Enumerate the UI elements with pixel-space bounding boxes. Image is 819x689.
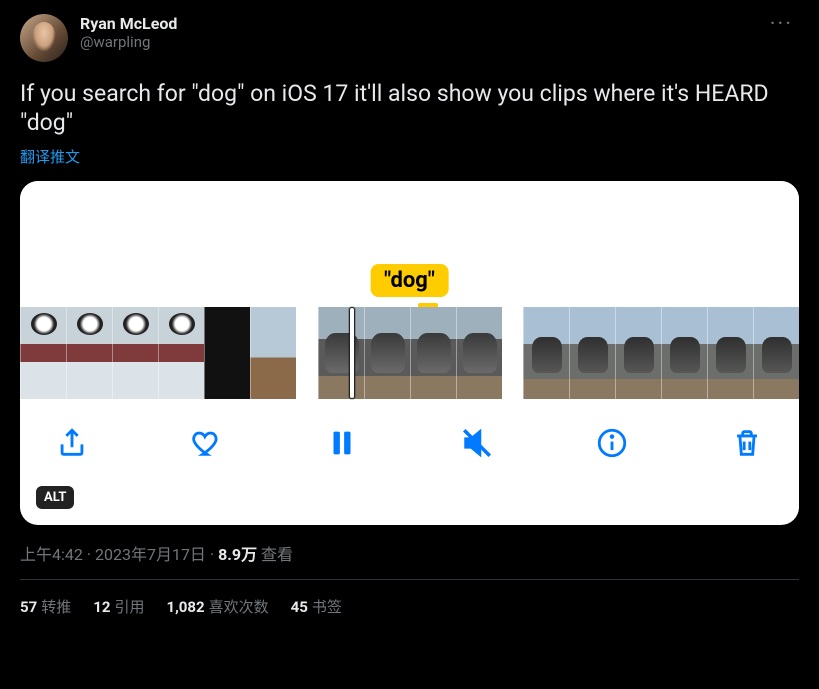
playhead[interactable] xyxy=(349,307,355,399)
info-icon[interactable] xyxy=(590,421,634,465)
views-label: 查看 xyxy=(261,545,293,564)
thumbnail-frame xyxy=(158,307,204,399)
views-count: 8.9万 xyxy=(218,545,257,564)
user-name-block[interactable]: Ryan McLeod @warpling xyxy=(80,14,764,51)
display-name: Ryan McLeod xyxy=(80,14,764,33)
media-controls xyxy=(20,399,799,487)
stat-count: 45 xyxy=(291,598,308,616)
clip-gap xyxy=(502,307,524,399)
tweet-container: Ryan McLeod @warpling ··· If you search … xyxy=(0,0,819,617)
clip-gap xyxy=(296,307,318,399)
tweet-text: If you search for "dog" on iOS 17 it'll … xyxy=(20,80,799,138)
stat-retweets[interactable]: 57转推 xyxy=(20,596,71,617)
share-icon[interactable] xyxy=(50,421,94,465)
thumbnail-frame xyxy=(112,307,158,399)
thumbnail-frame xyxy=(410,307,456,399)
stat-count: 1,082 xyxy=(166,598,204,616)
stat-label: 引用 xyxy=(114,598,144,616)
mute-icon[interactable] xyxy=(455,421,499,465)
thumbnail-frame xyxy=(523,307,569,399)
tweet-time[interactable]: 上午4:42 xyxy=(20,545,83,564)
heart-icon[interactable] xyxy=(185,421,229,465)
stat-label: 书签 xyxy=(312,598,342,616)
tweet-header: Ryan McLeod @warpling ··· xyxy=(20,14,799,62)
thumbnail-frame xyxy=(753,307,799,399)
clip-group-1 xyxy=(20,307,296,399)
clip-group-3 xyxy=(523,307,799,399)
trash-icon[interactable] xyxy=(725,421,769,465)
tweet-meta: 上午4:42 · 2023年7月17日 · 8.9万 查看 xyxy=(20,541,799,565)
thumbnail-frame xyxy=(707,307,753,399)
thumbnail-frame xyxy=(569,307,615,399)
more-options-icon[interactable]: ··· xyxy=(764,14,799,36)
thumbnail-frame xyxy=(661,307,707,399)
audio-caption-label: "dog" xyxy=(370,264,449,297)
user-handle: @warpling xyxy=(80,33,764,51)
stat-bookmarks[interactable]: 45书签 xyxy=(291,596,342,617)
media-top-whitespace: "dog" xyxy=(20,181,799,307)
stat-label: 转推 xyxy=(41,598,71,616)
thumbnail-frame xyxy=(456,307,502,399)
tweet-stats: 57转推 12引用 1,082 喜欢次数 45书签 xyxy=(20,580,799,617)
video-timeline[interactable] xyxy=(20,307,799,399)
thumbnail-frame xyxy=(318,307,364,399)
pause-icon[interactable] xyxy=(320,421,364,465)
thumbnail-frame xyxy=(615,307,661,399)
alt-badge[interactable]: ALT xyxy=(36,486,74,509)
thumbnail-frame xyxy=(66,307,112,399)
stat-count: 12 xyxy=(93,598,110,616)
thumbnail-frame xyxy=(250,307,296,399)
avatar[interactable] xyxy=(20,14,68,62)
media-attachment[interactable]: "dog" xyxy=(20,181,799,525)
clip-group-2 xyxy=(318,307,502,399)
thumbnail-frame xyxy=(204,307,250,399)
stat-label: 喜欢次数 xyxy=(209,598,269,616)
translate-link[interactable]: 翻译推文 xyxy=(20,146,799,167)
tweet-date[interactable]: 2023年7月17日 xyxy=(95,545,206,564)
stat-count: 57 xyxy=(20,598,37,616)
stat-quotes[interactable]: 12引用 xyxy=(93,596,144,617)
thumbnail-frame xyxy=(364,307,410,399)
thumbnail-frame xyxy=(20,307,66,399)
stat-likes[interactable]: 1,082 喜欢次数 xyxy=(166,596,268,617)
